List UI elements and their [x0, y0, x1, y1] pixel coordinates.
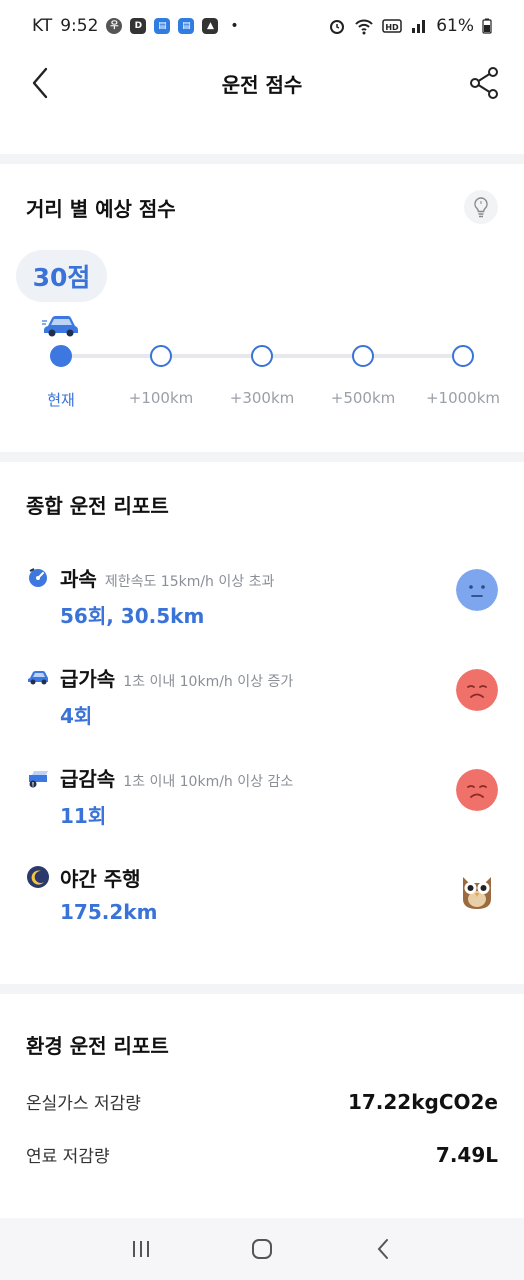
report-item-title: 급감속	[60, 767, 116, 791]
node-label-100km: +100km	[128, 389, 194, 407]
more-notifications-icon: •	[230, 18, 239, 34]
node-100km	[150, 345, 172, 367]
report-item-value: 4회	[60, 704, 93, 728]
report-item-value: 11회	[60, 804, 107, 828]
report-item-title: 급가속	[60, 667, 116, 691]
report-item-title: 과속	[60, 567, 97, 591]
node-300km	[251, 345, 273, 367]
chevron-left-icon	[377, 1239, 389, 1259]
report-item-text: 급가속 1초 이내 10km/h 이상 증가 4회	[60, 663, 293, 729]
node-500km	[352, 345, 374, 367]
notification-icon: D	[130, 18, 147, 34]
eco-report-section: 환경 운전 리포트 온실가스 저감량 17.22kgCO2e 연료 저감량 7.…	[0, 994, 524, 1220]
report-item-desc: 1초 이내 10km/h 이상 증가	[123, 674, 294, 690]
distance-header: 거리 별 예상 점수	[26, 190, 498, 224]
wifi-icon	[355, 19, 373, 35]
clock-label: 9:52	[60, 16, 99, 36]
neutral-face-icon	[456, 569, 498, 611]
notification-icon: ▤	[178, 18, 195, 34]
node-label-500km: +500km	[330, 389, 396, 407]
page-title: 운전 점수	[221, 72, 303, 97]
current-score-badge: 30점	[16, 250, 107, 302]
eco-label: 연료 저감량	[26, 1147, 110, 1167]
lightbulb-icon	[474, 197, 488, 218]
report-item-title-row: 야간 주행	[60, 863, 157, 892]
node-current	[50, 345, 72, 367]
report-section-title: 종합 운전 리포트	[26, 494, 169, 518]
report-item-value: 175.2km	[60, 900, 158, 924]
carrier-label: KT	[32, 16, 53, 36]
home-button[interactable]	[244, 1231, 280, 1267]
driving-report-section: 종합 운전 리포트 과속 제한속도 15km/h 이상 초과 56회, 30.5…	[0, 462, 524, 984]
recent-apps-button[interactable]	[123, 1231, 159, 1267]
node-label-current: 현재	[47, 391, 75, 409]
alarm-icon	[330, 20, 345, 34]
report-item-text: 과속 제한속도 15km/h 이상 초과 56회, 30.5km	[60, 563, 274, 629]
report-item-left: ! 급감속 1초 이내 10km/h 이상 감소 11회	[26, 763, 293, 829]
report-item-deceleration: ! 급감속 1초 이내 10km/h 이상 감소 11회	[26, 763, 498, 829]
report-item-desc: 제한속도 15km/h 이상 초과	[104, 574, 275, 590]
notification-icon: ▤	[154, 18, 171, 34]
report-item-title: 야간 주행	[60, 867, 141, 891]
report-item-desc: 1초 이내 10km/h 이상 감소	[123, 774, 294, 790]
eco-label: 온실가스 저감량	[26, 1094, 141, 1114]
node-1000km	[452, 345, 474, 367]
distance-section-title: 거리 별 예상 점수	[26, 196, 176, 221]
node-label-1000km: +1000km	[425, 389, 501, 407]
eco-value: 17.22kgCO2e	[347, 1089, 498, 1114]
recent-apps-icon	[132, 1241, 149, 1257]
report-item-speeding: 과속 제한속도 15km/h 이상 초과 56회, 30.5km	[26, 563, 498, 629]
report-item-text: 야간 주행 175.2km	[60, 863, 157, 924]
eco-row-greenhouse-gas: 온실가스 저감량 17.22kgCO2e	[26, 1089, 498, 1115]
status-left: KT 9:52 우 D ▤ ▤ ▲ •	[32, 16, 239, 36]
section-divider	[0, 452, 524, 462]
report-item-acceleration: 급가속 1초 이내 10km/h 이상 증가 4회	[26, 663, 498, 729]
hd-icon: HD	[382, 19, 402, 33]
tip-button[interactable]	[464, 190, 498, 224]
report-item-title-row: 급가속 1초 이내 10km/h 이상 증가	[60, 663, 293, 692]
battery-icon	[482, 18, 492, 34]
sad-face-icon	[456, 769, 498, 811]
status-bar: KT 9:52 우 D ▤ ▤ ▲ • HD 61%	[0, 0, 524, 56]
system-nav-bar	[0, 1218, 524, 1280]
speedometer-icon	[29, 568, 47, 587]
report-item-left: 과속 제한속도 15km/h 이상 초과 56회, 30.5km	[26, 563, 274, 629]
node-label-300km: +300km	[229, 389, 295, 407]
report-item-title-row: 급감속 1초 이내 10km/h 이상 감소	[60, 763, 293, 792]
report-item-title-row: 과속 제한속도 15km/h 이상 초과	[60, 563, 274, 592]
app-bar: 운전 점수	[0, 56, 524, 110]
svg-text:HD: HD	[386, 23, 400, 32]
system-back-button[interactable]	[365, 1231, 401, 1267]
report-item-left: 급가속 1초 이내 10km/h 이상 증가 4회	[26, 663, 293, 729]
share-icon	[470, 67, 498, 99]
status-right: HD 61%	[328, 16, 492, 36]
eco-section-title: 환경 운전 리포트	[26, 1034, 169, 1058]
sad-face-icon	[456, 669, 498, 711]
battery-percent: 61%	[436, 16, 474, 36]
signal-icon	[412, 20, 426, 33]
notification-icon: 우	[106, 18, 123, 34]
gallery-icon: ▲	[202, 18, 219, 34]
eco-row-fuel: 연료 저감량 7.49L	[26, 1142, 498, 1168]
car-icon	[42, 316, 78, 337]
home-icon	[251, 1239, 272, 1259]
car-icon	[28, 671, 48, 685]
share-button[interactable]	[466, 65, 502, 101]
report-item-night-driving: 야간 주행 175.2km	[26, 863, 498, 924]
svg-text:!: !	[32, 782, 35, 789]
brake-icon: !	[29, 771, 48, 789]
report-item-left: 야간 주행 175.2km	[26, 863, 157, 924]
section-divider	[0, 984, 524, 994]
back-button[interactable]	[22, 65, 58, 101]
eco-value: 7.49L	[435, 1142, 498, 1167]
report-item-text: 급감속 1초 이내 10km/h 이상 감소 11회	[60, 763, 293, 829]
report-item-value: 56회, 30.5km	[60, 604, 205, 628]
section-divider	[0, 154, 524, 164]
owl-icon	[463, 877, 491, 909]
distance-score-section: 거리 별 예상 점수 30점 현재 +100km +300km +500km +…	[0, 164, 524, 452]
moon-icon	[27, 866, 49, 888]
chevron-left-icon	[32, 67, 48, 99]
